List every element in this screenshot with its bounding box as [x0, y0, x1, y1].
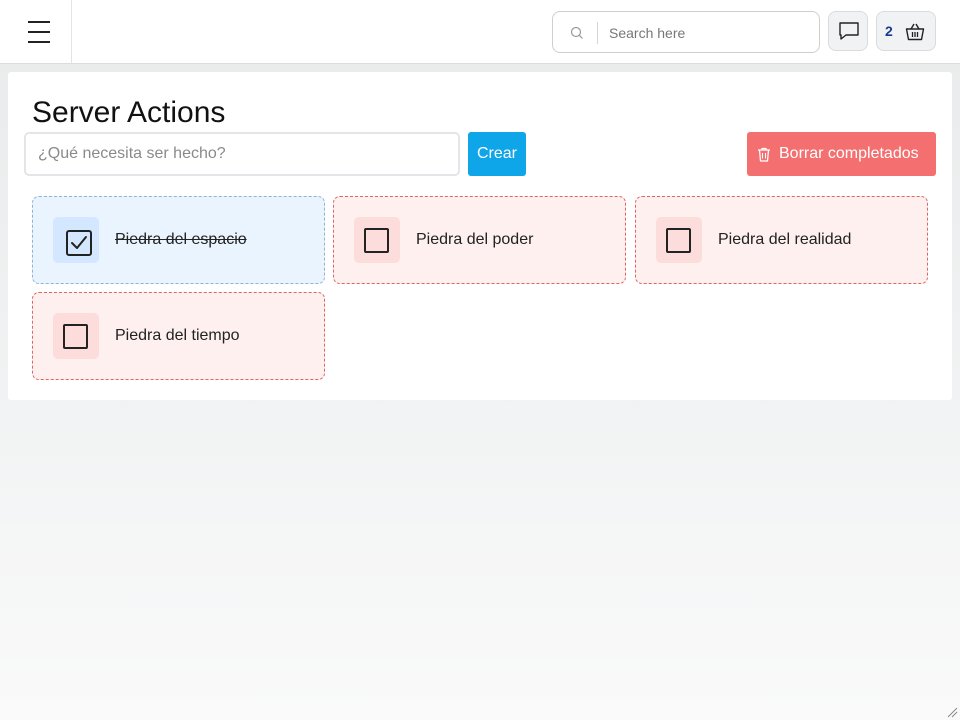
task-label: Piedra del realidad: [718, 231, 852, 248]
search-icon: [570, 26, 583, 39]
page-title: Server Actions: [32, 96, 226, 129]
task-item-time[interactable]: Piedra del tiempo: [32, 292, 325, 380]
task-item-power[interactable]: Piedra del poder: [333, 196, 626, 284]
cart-count: 2: [885, 23, 893, 39]
checkbox-checked-icon: [66, 230, 92, 256]
search-box[interactable]: [552, 11, 820, 53]
task-item-reality[interactable]: Piedra del realidad: [635, 196, 928, 284]
task-checkbox[interactable]: [53, 313, 99, 359]
checkbox-empty-icon: [666, 228, 691, 253]
task-checkbox[interactable]: [53, 217, 99, 263]
search-input[interactable]: [609, 21, 809, 45]
menu-button[interactable]: [0, 0, 72, 63]
clear-completed-label: Borrar completados: [779, 145, 919, 162]
trash-icon: [758, 147, 770, 162]
hamburger-icon-line: [28, 41, 50, 43]
create-button[interactable]: Crear: [468, 132, 526, 176]
cart-button[interactable]: 2: [876, 11, 936, 51]
new-task-input[interactable]: [24, 132, 460, 176]
task-label: Piedra del tiempo: [115, 327, 240, 344]
task-item-space[interactable]: Piedra del espacio: [32, 196, 325, 284]
task-label: Piedra del espacio: [115, 231, 247, 248]
chat-bubble-icon: [839, 22, 859, 40]
resize-grip-icon[interactable]: [946, 706, 958, 718]
checkbox-empty-icon: [63, 324, 88, 349]
shopping-basket-icon: [905, 23, 925, 41]
search-divider: [597, 22, 598, 44]
task-checkbox[interactable]: [656, 217, 702, 263]
top-bar: 2: [0, 0, 960, 64]
chat-button[interactable]: [828, 11, 868, 51]
clear-completed-button[interactable]: Borrar completados: [747, 132, 936, 176]
task-checkbox[interactable]: [354, 217, 400, 263]
hamburger-icon: [28, 21, 50, 23]
hamburger-icon-line: [28, 31, 50, 33]
task-label: Piedra del poder: [416, 231, 534, 248]
todo-panel: Server Actions Crear Borrar completados …: [8, 72, 952, 400]
checkbox-empty-icon: [364, 228, 389, 253]
